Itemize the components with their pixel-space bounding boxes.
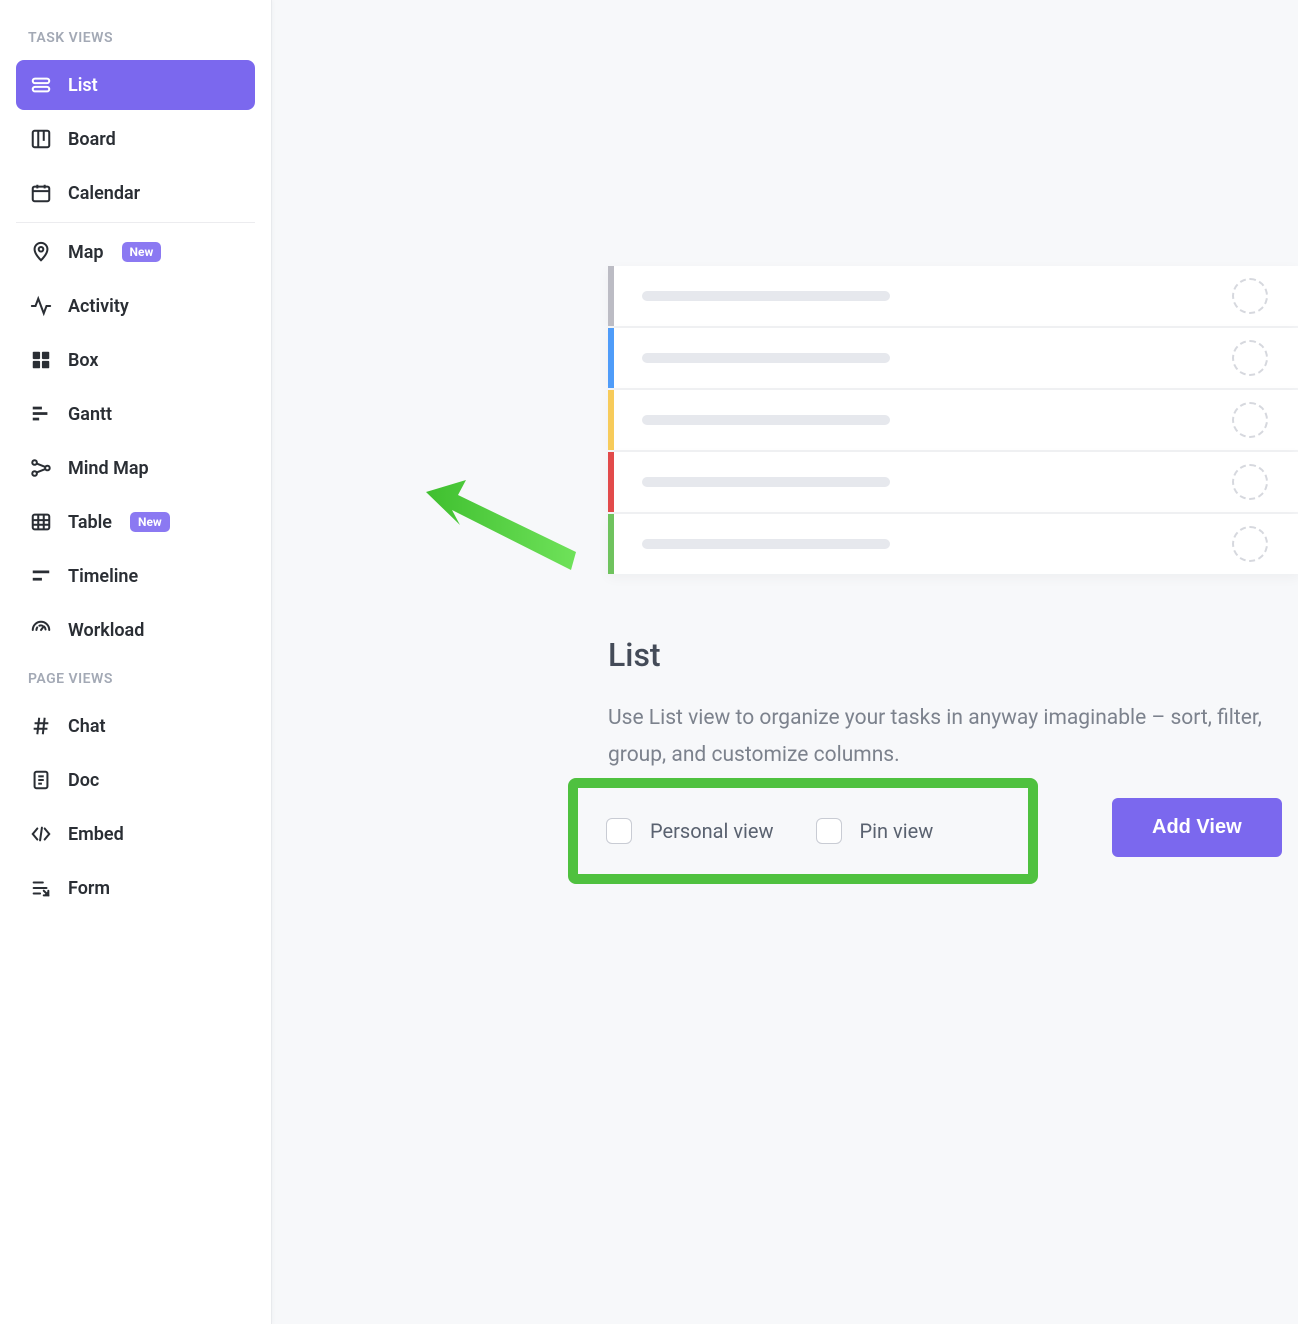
sidebar-item-embed[interactable]: Embed bbox=[16, 809, 255, 859]
sidebar-item-label: Form bbox=[68, 878, 110, 899]
list-icon bbox=[30, 74, 52, 96]
doc-icon bbox=[30, 769, 52, 791]
form-icon bbox=[30, 877, 52, 899]
view-title: List bbox=[608, 636, 661, 674]
preview-row bbox=[608, 452, 1298, 512]
sidebar-item-label: Workload bbox=[68, 620, 144, 641]
sidebar-item-label: Calendar bbox=[68, 183, 140, 204]
board-icon bbox=[30, 128, 52, 150]
sidebar-item-label: Table bbox=[68, 512, 112, 533]
map-pin-icon bbox=[30, 241, 52, 263]
sidebar-item-label: Map bbox=[68, 242, 104, 263]
checkbox-label: Pin view bbox=[860, 819, 934, 843]
sidebar-item-label: Timeline bbox=[68, 566, 138, 587]
sidebar-item-label: Doc bbox=[68, 770, 99, 791]
annotation-highlight-box: Personal view Pin view bbox=[568, 778, 1038, 884]
section-header-page-views: PAGE VIEWS bbox=[16, 659, 255, 701]
sidebar-item-label: Chat bbox=[68, 716, 106, 737]
sidebar-item-board[interactable]: Board bbox=[16, 114, 255, 164]
table-icon bbox=[30, 511, 52, 533]
list-preview-illustration bbox=[608, 266, 1298, 576]
sidebar-item-workload[interactable]: Workload bbox=[16, 605, 255, 655]
sidebar-item-label: Mind Map bbox=[68, 458, 149, 479]
sidebar-item-label: Board bbox=[68, 129, 116, 150]
sidebar-item-table[interactable]: Table New bbox=[16, 497, 255, 547]
new-badge: New bbox=[122, 242, 162, 262]
preview-row bbox=[608, 514, 1298, 574]
box-icon bbox=[30, 349, 52, 371]
activity-icon bbox=[30, 295, 52, 317]
sidebar-item-timeline[interactable]: Timeline bbox=[16, 551, 255, 601]
workload-icon bbox=[30, 619, 52, 641]
sidebar-item-map[interactable]: Map New bbox=[16, 227, 255, 277]
sidebar: TASK VIEWS List Board Calendar Map New A… bbox=[0, 0, 272, 1324]
checkbox-label: Personal view bbox=[650, 819, 774, 843]
embed-icon bbox=[30, 823, 52, 845]
preview-row bbox=[608, 266, 1298, 326]
divider bbox=[16, 222, 255, 223]
checkbox-personal-view[interactable]: Personal view bbox=[606, 818, 774, 844]
checkbox-pin-view[interactable]: Pin view bbox=[816, 818, 934, 844]
add-view-button[interactable]: Add View bbox=[1112, 798, 1282, 857]
checkbox-icon bbox=[816, 818, 842, 844]
checkbox-icon bbox=[606, 818, 632, 844]
view-description: Use List view to organize your tasks in … bbox=[608, 700, 1268, 774]
sidebar-item-gantt[interactable]: Gantt bbox=[16, 389, 255, 439]
new-badge: New bbox=[130, 512, 170, 532]
hash-icon bbox=[30, 715, 52, 737]
timeline-icon bbox=[30, 565, 52, 587]
sidebar-item-label: Activity bbox=[68, 296, 129, 317]
sidebar-item-mindmap[interactable]: Mind Map bbox=[16, 443, 255, 493]
annotation-arrow-icon bbox=[426, 480, 576, 570]
sidebar-item-doc[interactable]: Doc bbox=[16, 755, 255, 805]
gantt-icon bbox=[30, 403, 52, 425]
sidebar-item-label: Gantt bbox=[68, 404, 112, 425]
sidebar-item-label: Box bbox=[68, 350, 99, 371]
sidebar-item-label: Embed bbox=[68, 824, 124, 845]
sidebar-item-box[interactable]: Box bbox=[16, 335, 255, 385]
mindmap-icon bbox=[30, 457, 52, 479]
section-header-task-views: TASK VIEWS bbox=[16, 18, 255, 60]
preview-row bbox=[608, 328, 1298, 388]
sidebar-item-calendar[interactable]: Calendar bbox=[16, 168, 255, 218]
main-panel: List Use List view to organize your task… bbox=[272, 0, 1298, 1324]
sidebar-item-form[interactable]: Form bbox=[16, 863, 255, 913]
sidebar-item-activity[interactable]: Activity bbox=[16, 281, 255, 331]
sidebar-item-list[interactable]: List bbox=[16, 60, 255, 110]
sidebar-item-label: List bbox=[68, 75, 98, 96]
sidebar-item-chat[interactable]: Chat bbox=[16, 701, 255, 751]
preview-row bbox=[608, 390, 1298, 450]
calendar-icon bbox=[30, 182, 52, 204]
